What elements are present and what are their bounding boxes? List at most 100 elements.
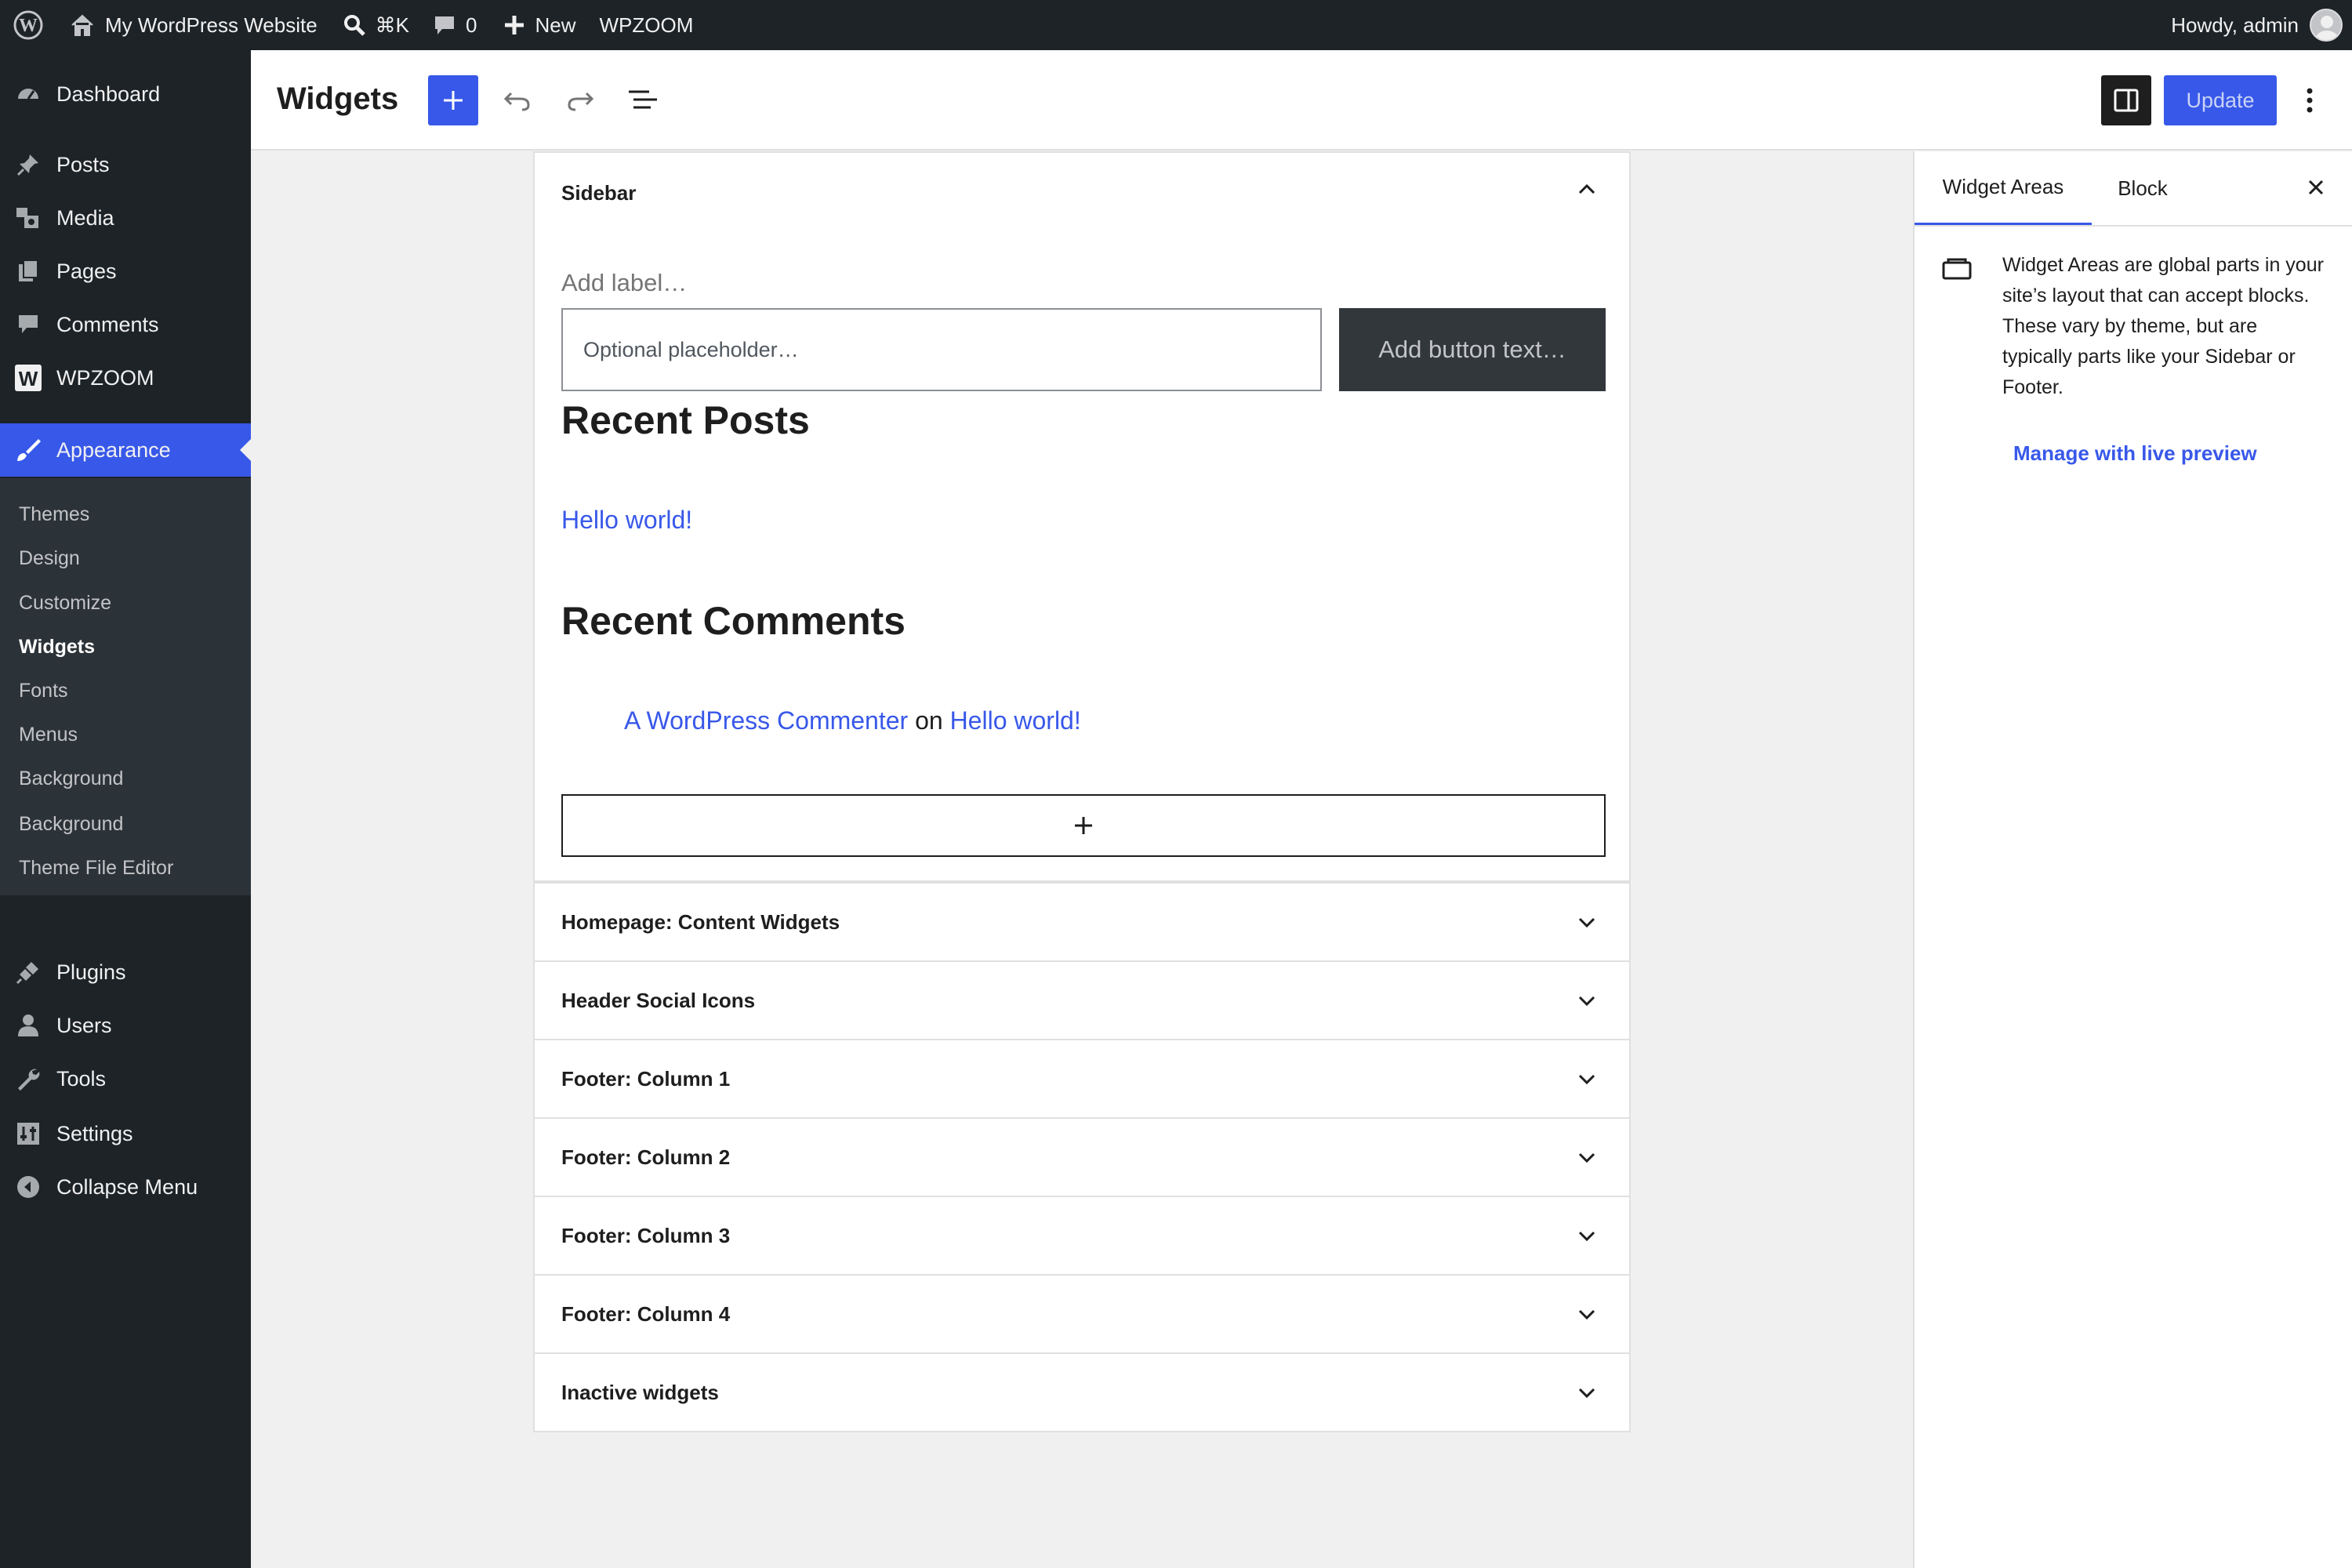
- widget-area-inactive[interactable]: Inactive widgets: [533, 1352, 1631, 1432]
- recent-comments-heading: Recent Comments: [561, 599, 906, 643]
- chevron-down-icon: [1578, 1309, 1595, 1320]
- plus-icon: [505, 16, 524, 34]
- submenu-menus[interactable]: Menus: [19, 724, 78, 746]
- menu-label: Media: [56, 205, 114, 230]
- menu-pages[interactable]: Pages: [0, 245, 251, 298]
- expand-toggle[interactable]: [1577, 1230, 1596, 1243]
- search-block-button[interactable]: Add button text…: [1339, 308, 1606, 391]
- menu-dashboard[interactable]: Dashboard: [0, 67, 251, 121]
- recent-post-link[interactable]: Hello world!: [561, 506, 692, 535]
- menu-settings[interactable]: Settings: [0, 1107, 251, 1160]
- greeting: Howdy, admin: [2171, 13, 2299, 37]
- comments-link[interactable]: 0: [419, 0, 486, 50]
- comment-on-text: on: [915, 706, 943, 735]
- wpzoom-bar-link[interactable]: WPZOOM: [586, 0, 703, 50]
- site-name-link[interactable]: My WordPress Website: [53, 0, 327, 50]
- new-content-link[interactable]: New: [486, 0, 585, 50]
- menu-comments[interactable]: Comments: [0, 298, 251, 351]
- menu-label: Pages: [56, 259, 117, 283]
- submenu-customize[interactable]: Customize: [19, 592, 111, 615]
- widget-areas-description: Widget Areas are global parts in your si…: [2002, 254, 2324, 398]
- widget-area-title: Header Social Icons: [561, 989, 756, 1012]
- widget-area-footer-1[interactable]: Footer: Column 1: [533, 1039, 1631, 1119]
- brush-icon: [17, 439, 41, 461]
- options-menu-button[interactable]: [2292, 75, 2327, 125]
- dashboard-icon: [18, 89, 38, 100]
- comment-post-link[interactable]: Hello world!: [950, 706, 1081, 735]
- menu-posts[interactable]: Posts: [0, 138, 251, 191]
- search-block-input[interactable]: Optional placeholder…: [561, 308, 1322, 391]
- pin-icon: [16, 154, 38, 176]
- avatar: [2310, 9, 2343, 42]
- widget-area-title: Footer: Column 2: [561, 1145, 731, 1169]
- admin-menu: Dashboard Posts Media Pages Comments W W…: [0, 50, 251, 1568]
- command-palette-button[interactable]: ⌘K: [327, 0, 419, 50]
- comment-author-link[interactable]: A WordPress Commenter: [624, 706, 908, 735]
- widget-area-title[interactable]: Sidebar: [561, 181, 636, 205]
- expand-toggle[interactable]: [1577, 1152, 1596, 1164]
- plugin-icon: [16, 962, 38, 985]
- block-appender-button[interactable]: [561, 794, 1606, 857]
- close-icon: [2308, 180, 2324, 195]
- site-name: My WordPress Website: [105, 13, 318, 37]
- menu-label: WPZOOM: [56, 365, 154, 390]
- settings-sidebar: Widget Areas Block Widget Areas are glob…: [1913, 151, 2352, 1568]
- menu-tools[interactable]: Tools: [0, 1052, 251, 1105]
- tab-widget-areas[interactable]: Widget Areas: [1915, 151, 2092, 225]
- list-view-button[interactable]: [618, 75, 668, 125]
- widget-area-footer-4[interactable]: Footer: Column 4: [533, 1274, 1631, 1354]
- redo-icon: [568, 92, 594, 111]
- menu-collapse[interactable]: Collapse Menu: [0, 1160, 251, 1214]
- expand-toggle[interactable]: [1577, 1308, 1596, 1321]
- widget-area-footer-2[interactable]: Footer: Column 2: [533, 1117, 1631, 1197]
- collapse-icon: [17, 1176, 39, 1198]
- submenu-background-2[interactable]: Background: [19, 813, 123, 836]
- plus-icon: [1075, 817, 1092, 834]
- menu-media[interactable]: Media: [0, 191, 251, 245]
- update-button[interactable]: Update: [2164, 75, 2277, 125]
- menu-wpzoom[interactable]: W WPZOOM: [0, 351, 251, 405]
- my-account-link[interactable]: Howdy, admin: [2171, 0, 2343, 50]
- sidebar-panel-icon: [2114, 89, 2139, 112]
- menu-appearance[interactable]: Appearance: [0, 423, 251, 477]
- menu-label: Comments: [56, 312, 159, 336]
- manage-live-preview-link[interactable]: Manage with live preview: [2013, 441, 2257, 466]
- menu-users[interactable]: Users: [0, 999, 251, 1052]
- menu-plugins[interactable]: Plugins: [0, 946, 251, 999]
- page-title: Widgets: [277, 82, 399, 116]
- chevron-down-icon: [1578, 917, 1595, 928]
- widget-area-title: Inactive widgets: [561, 1381, 719, 1404]
- expand-toggle[interactable]: [1577, 1387, 1596, 1399]
- menu-label: Tools: [56, 1066, 107, 1091]
- submenu-widgets[interactable]: Widgets: [19, 636, 95, 659]
- collapse-toggle[interactable]: [1577, 183, 1596, 195]
- widget-area-homepage-content[interactable]: Homepage: Content Widgets: [533, 882, 1631, 962]
- expand-toggle[interactable]: [1577, 916, 1596, 929]
- close-sidebar-button[interactable]: [2302, 173, 2330, 201]
- submenu-themes[interactable]: Themes: [19, 503, 89, 526]
- users-icon: [18, 1014, 38, 1036]
- undo-button[interactable]: [492, 75, 543, 125]
- submenu-fonts[interactable]: Fonts: [19, 680, 68, 702]
- widget-area-header-social[interactable]: Header Social Icons: [533, 960, 1631, 1040]
- submenu-design[interactable]: Design: [19, 547, 80, 570]
- settings-sidebar-toggle[interactable]: [2101, 75, 2151, 125]
- widget-areas-icon: [1941, 256, 1973, 281]
- plus-icon: [444, 91, 463, 110]
- submenu-theme-file-editor[interactable]: Theme File Editor: [19, 857, 173, 880]
- comment-bubble-icon: [435, 16, 455, 34]
- chevron-down-icon: [1578, 1388, 1595, 1399]
- expand-toggle[interactable]: [1577, 995, 1596, 1007]
- widget-area-footer-3[interactable]: Footer: Column 3: [533, 1196, 1631, 1276]
- tab-block[interactable]: Block: [2092, 151, 2194, 225]
- block-inserter-button[interactable]: [428, 75, 478, 125]
- submenu-background[interactable]: Background: [19, 768, 123, 790]
- widget-area-sidebar: Sidebar Add label… Optional placeholder……: [533, 151, 1631, 882]
- media-icon: [16, 208, 38, 228]
- search-block-label[interactable]: Add label…: [561, 269, 687, 297]
- redo-button[interactable]: [555, 75, 605, 125]
- expand-toggle[interactable]: [1577, 1073, 1596, 1086]
- wordpress-logo-button[interactable]: W: [0, 0, 53, 50]
- editor-header: Widgets Update: [251, 50, 2352, 151]
- menu-label: Posts: [56, 152, 110, 176]
